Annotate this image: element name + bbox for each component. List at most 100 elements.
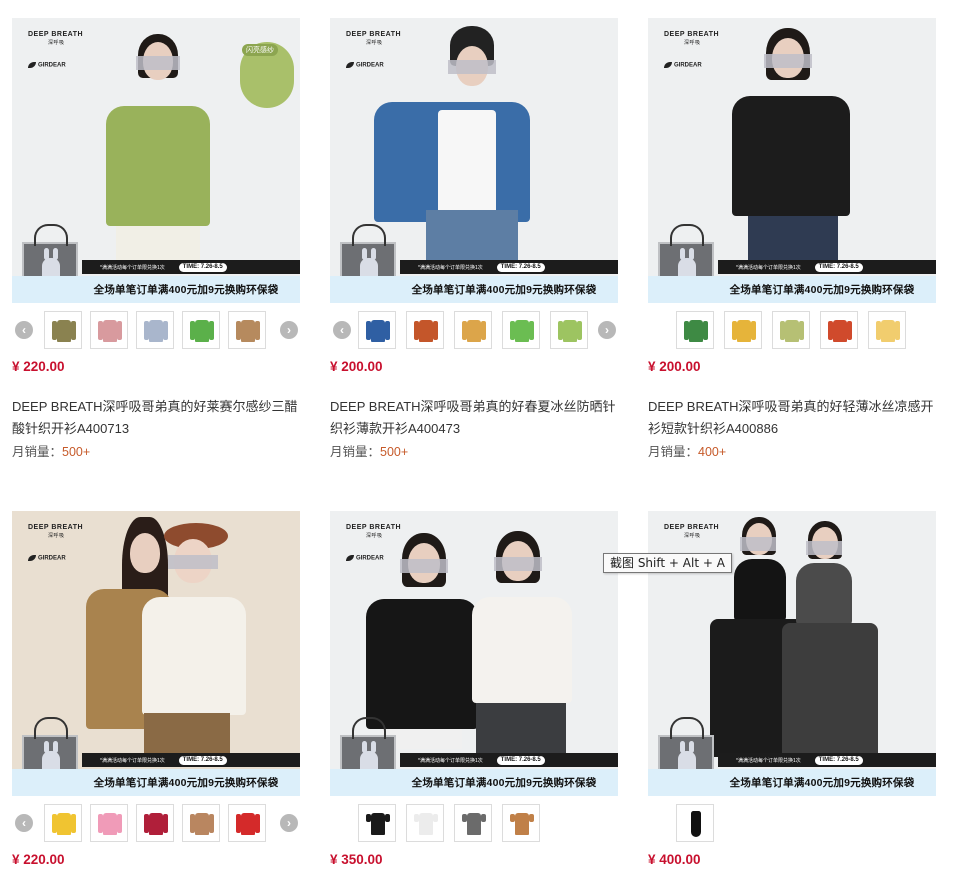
color-swatches: ‹ › — [12, 804, 300, 846]
product-price: ¥ 400.00 — [648, 852, 701, 867]
cardigan-icon — [510, 318, 534, 344]
product-title[interactable]: DEEP BREATH深呼吸哥弟真的好莱赛尔感纱三醋酸针织开衫A400713 — [12, 396, 308, 440]
color-swatches: ‹ › — [330, 311, 618, 353]
cardigan-icon — [684, 318, 708, 344]
product-image[interactable]: DEEP BREATH深呼吸 GIRDEAR *满满活动每个订单限兑换1次TIM… — [12, 511, 300, 796]
color-swatches — [648, 311, 936, 353]
screenshot-shortcut-tooltip: 截图 Shift + Alt + A — [603, 553, 732, 573]
swatch-thumb[interactable] — [358, 804, 396, 842]
tshirt-icon — [366, 811, 390, 837]
next-swatch-button[interactable]: › — [280, 814, 298, 832]
fabric-badge: 闪亮感纱 — [242, 44, 278, 56]
swatch-thumb[interactable] — [182, 311, 220, 349]
partner-logo: GIRDEAR — [664, 62, 702, 69]
swatch-thumb[interactable] — [90, 311, 128, 349]
cardigan-icon — [462, 318, 486, 344]
product-image[interactable]: DEEP BREATH深呼吸 GIRDEAR *满满活动每个订单限兑换1次TIM… — [330, 511, 618, 796]
swatch-thumb[interactable] — [868, 311, 906, 349]
cardigan-icon — [236, 811, 260, 837]
product-card[interactable]: DEEP BREATH深呼吸 GIRDEAR *满满活动每个订单限兑换1次TIM… — [648, 18, 936, 460]
cardigan-icon — [98, 811, 122, 837]
monthly-sales: 月销量：500+ — [330, 445, 409, 459]
cardigan-icon — [52, 318, 76, 344]
cardigan-icon — [780, 318, 804, 344]
swatch-thumb[interactable] — [502, 804, 540, 842]
product-price: ¥ 220.00 — [12, 359, 65, 374]
cardigan-icon — [414, 318, 438, 344]
promo-banner: 全场单笔订单满400元加9元换购环保袋 — [12, 276, 300, 303]
product-image[interactable]: DEEP BREATH深呼吸 GIRDEAR *满满活动每个订单限兑换1次TIM… — [648, 18, 936, 303]
tshirt-icon — [414, 811, 438, 837]
product-title[interactable]: DEEP BREATH深呼吸哥弟真的好轻薄冰丝凉感开衫短款针织衫A400886 — [648, 396, 944, 440]
product-card[interactable]: DEEP BREATH深呼吸 GIRDEAR *满满活动每个订单限兑换1次TIM… — [330, 511, 618, 870]
prev-swatch-button[interactable]: ‹ — [333, 321, 351, 339]
promo-banner: 全场单笔订单满400元加9元换购环保袋 — [12, 769, 300, 796]
partner-logo: GIRDEAR — [346, 62, 384, 69]
swatch-thumb[interactable] — [136, 311, 174, 349]
swatch-thumb[interactable] — [454, 311, 492, 349]
tshirt-icon — [462, 811, 486, 837]
promo-time-bar: *满满活动每个订单限兑换1次 TIME: 7.26-8.5 — [718, 260, 936, 274]
cardigan-icon — [236, 318, 260, 344]
color-swatches — [330, 804, 618, 846]
promo-time-bar: *满满活动每个订单限兑换1次 TIME: 7.26-8.5 — [718, 753, 936, 767]
color-swatches: ‹ › — [12, 311, 300, 353]
brand-logo: DEEP BREATH 深呼吸 — [28, 524, 84, 539]
swatch-thumb[interactable] — [502, 311, 540, 349]
swatch-thumb[interactable] — [136, 804, 174, 842]
swatch-thumb[interactable] — [550, 311, 588, 349]
product-title[interactable]: DEEP BREATH深呼吸哥弟真的好春夏冰丝防晒针织衫薄款开衫A400473 — [330, 396, 626, 440]
swatch-thumb[interactable] — [44, 311, 82, 349]
cardigan-icon — [52, 811, 76, 837]
product-price: ¥ 200.00 — [648, 359, 701, 374]
swatch-thumb[interactable] — [676, 804, 714, 842]
swatch-thumb[interactable] — [406, 311, 444, 349]
promo-time-bar: *满满活动每个订单限兑换1次 TIME: 7.26-8.5 — [400, 260, 618, 274]
swatch-thumb[interactable] — [820, 311, 858, 349]
product-price: ¥ 350.00 — [330, 852, 383, 867]
partner-logo: GIRDEAR — [346, 555, 384, 562]
cardigan-icon — [144, 318, 168, 344]
product-card[interactable]: DEEP BREATH深呼吸 GIRDEAR *满满活动每个订单限兑换1次TIM… — [12, 511, 300, 870]
swatch-thumb[interactable] — [724, 311, 762, 349]
product-price: ¥ 220.00 — [12, 852, 65, 867]
swatch-thumb[interactable] — [406, 804, 444, 842]
promo-banner: 全场单笔订单满400元加9元换购环保袋 — [648, 276, 936, 303]
brand-logo: DEEP BREATH 深呼吸 — [664, 524, 720, 539]
product-card[interactable]: DEEP BREATH 深呼吸 GIRDEAR 闪亮感纱 *满满活动每个订单限兑换… — [12, 18, 300, 460]
swatch-thumb[interactable] — [44, 804, 82, 842]
color-swatches — [648, 804, 936, 846]
swatch-thumb[interactable] — [772, 311, 810, 349]
cardigan-icon — [144, 811, 168, 837]
product-card[interactable]: DEEP BREATH深呼吸 GIRDEAR *满满活动每个订单限兑换1次TIM… — [330, 18, 618, 460]
cardigan-icon — [190, 811, 214, 837]
swatch-thumb[interactable] — [90, 804, 128, 842]
promo-banner: 全场单笔订单满400元加9元换购环保袋 — [648, 769, 936, 796]
cardigan-icon — [366, 318, 390, 344]
cardigan-icon — [98, 318, 122, 344]
monthly-sales: 月销量：400+ — [648, 445, 727, 459]
cardigan-icon — [876, 318, 900, 344]
product-image[interactable]: DEEP BREATH深呼吸 GIRDEAR *满满活动每个订单限兑换1次TIM… — [330, 18, 618, 303]
partner-logo: GIRDEAR — [28, 555, 66, 562]
swatch-thumb[interactable] — [358, 311, 396, 349]
swatch-thumb[interactable] — [676, 311, 714, 349]
cardigan-icon — [828, 318, 852, 344]
brand-logo: DEEP BREATH 深呼吸 — [28, 31, 84, 46]
promo-time-bar: *满满活动每个订单限兑换1次 TIME: 7.26-8.5 — [400, 753, 618, 767]
next-swatch-button[interactable]: › — [280, 321, 298, 339]
brand-logo: DEEP BREATH 深呼吸 — [346, 524, 402, 539]
next-swatch-button[interactable]: › — [598, 321, 616, 339]
swatch-thumb[interactable] — [182, 804, 220, 842]
swatch-thumb[interactable] — [454, 804, 492, 842]
prev-swatch-button[interactable]: ‹ — [15, 321, 33, 339]
cardigan-icon — [732, 318, 756, 344]
dress-icon — [684, 811, 708, 837]
cardigan-icon — [190, 318, 214, 344]
prev-swatch-button[interactable]: ‹ — [15, 814, 33, 832]
promo-banner: 全场单笔订单满400元加9元换购环保袋 — [330, 276, 618, 303]
promo-banner: 全场单笔订单满400元加9元换购环保袋 — [330, 769, 618, 796]
swatch-thumb[interactable] — [228, 804, 266, 842]
product-image[interactable]: DEEP BREATH 深呼吸 GIRDEAR 闪亮感纱 *满满活动每个订单限兑换… — [12, 18, 300, 303]
swatch-thumb[interactable] — [228, 311, 266, 349]
